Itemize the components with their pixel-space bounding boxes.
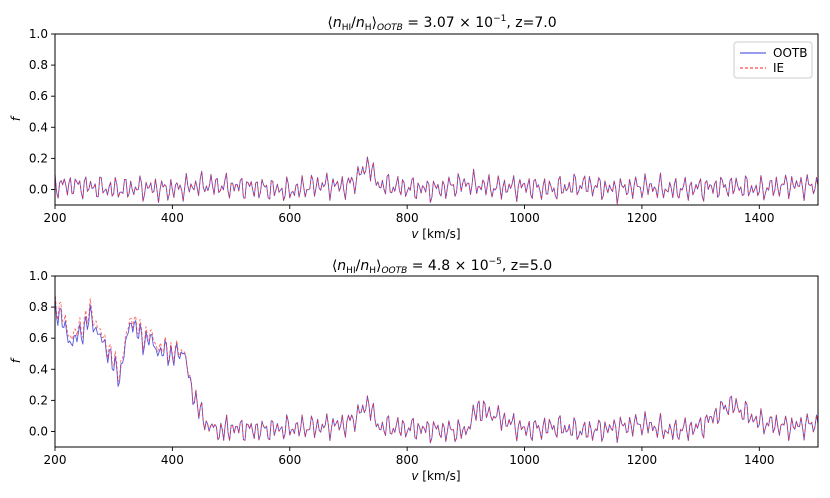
bottom-panel: ⟨nHI/nH⟩OOTB = 4.8 × 10−5, z=5.0 200 400 6…	[9, 257, 819, 483]
top-panel-title: ⟨nHI/nH⟩OOTB = 3.07 × 10−1, z=7.0	[327, 14, 556, 33]
bottom-panel-title: ⟨nHI/nH⟩OOTB = 4.8 × 10−5, z=5.0	[332, 257, 552, 276]
bottom-panel-plot-area	[55, 291, 818, 444]
top-panel-ytick-label: 0.0	[29, 182, 48, 196]
top-panel-ytick-label: 1.0	[29, 27, 48, 41]
top-panel-ytick-label: 0.8	[29, 58, 48, 72]
bottom-panel-xlabel: v [km/s]	[411, 469, 460, 483]
top-panel-xtick-label: 1400	[744, 211, 775, 225]
top-panel: ⟨nHI/nH⟩OOTB = 3.07 × 10−1, z=7.0 200 400…	[9, 14, 819, 241]
top-panel-series-ootb	[55, 156, 818, 205]
top-panel-plot-area	[55, 156, 818, 205]
bottom-panel-ytick-label: 0.0	[29, 424, 48, 438]
bottom-panel-ytick-label: 0.4	[29, 362, 48, 376]
top-panel-xtick-label: 400	[161, 211, 184, 225]
bottom-panel-xtick-label: 400	[161, 453, 184, 467]
figure: ⟨nHI/nH⟩OOTB = 3.07 × 10−1, z=7.0 200 400…	[9, 14, 819, 483]
top-panel-xtick-label: 1000	[509, 211, 540, 225]
top-panel-ytick-label: 0.4	[29, 120, 48, 134]
bottom-panel-ytick-label: 1.0	[29, 269, 48, 283]
top-panel-xtick-label: 800	[396, 211, 419, 225]
legend-ie-label: IE	[773, 61, 784, 75]
legend: OOTB IE	[733, 41, 813, 79]
bottom-panel-ytick-label: 0.6	[29, 331, 48, 345]
top-panel-xtick-label: 1200	[627, 211, 658, 225]
top-panel-xtick-label: 600	[278, 211, 301, 225]
bottom-panel-series-ie	[55, 291, 818, 444]
legend-ootb-label: OOTB	[773, 46, 807, 60]
bottom-panel-xtick-label: 600	[278, 453, 301, 467]
bottom-panel-ylabel: f	[9, 357, 23, 363]
bottom-panel-ticks: 200 400 600 800 1000 1200 1400 0.0 0.2 0.4 0.6 0.8 1…	[29, 269, 775, 467]
bottom-panel-xtick-label: 800	[396, 453, 419, 467]
bottom-panel-ytick-label: 0.8	[29, 300, 48, 314]
bottom-panel-xtick-label: 1200	[627, 453, 658, 467]
top-panel-ytick-label: 0.2	[29, 151, 48, 165]
bottom-panel-xtick-label: 1000	[509, 453, 540, 467]
top-panel-ylabel: f	[9, 115, 23, 121]
top-panel-frame	[54, 33, 819, 206]
bottom-panel-xtick-label: 200	[44, 453, 67, 467]
bottom-panel-series-ootb	[55, 295, 818, 444]
bottom-panel-ytick-label: 0.2	[29, 393, 48, 407]
top-panel-series-ie	[55, 156, 818, 205]
top-panel-ytick-label: 0.6	[29, 89, 48, 103]
bottom-panel-xtick-label: 1400	[744, 453, 775, 467]
top-panel-xlabel: v [km/s]	[411, 227, 460, 241]
top-panel-xtick-label: 200	[44, 211, 67, 225]
